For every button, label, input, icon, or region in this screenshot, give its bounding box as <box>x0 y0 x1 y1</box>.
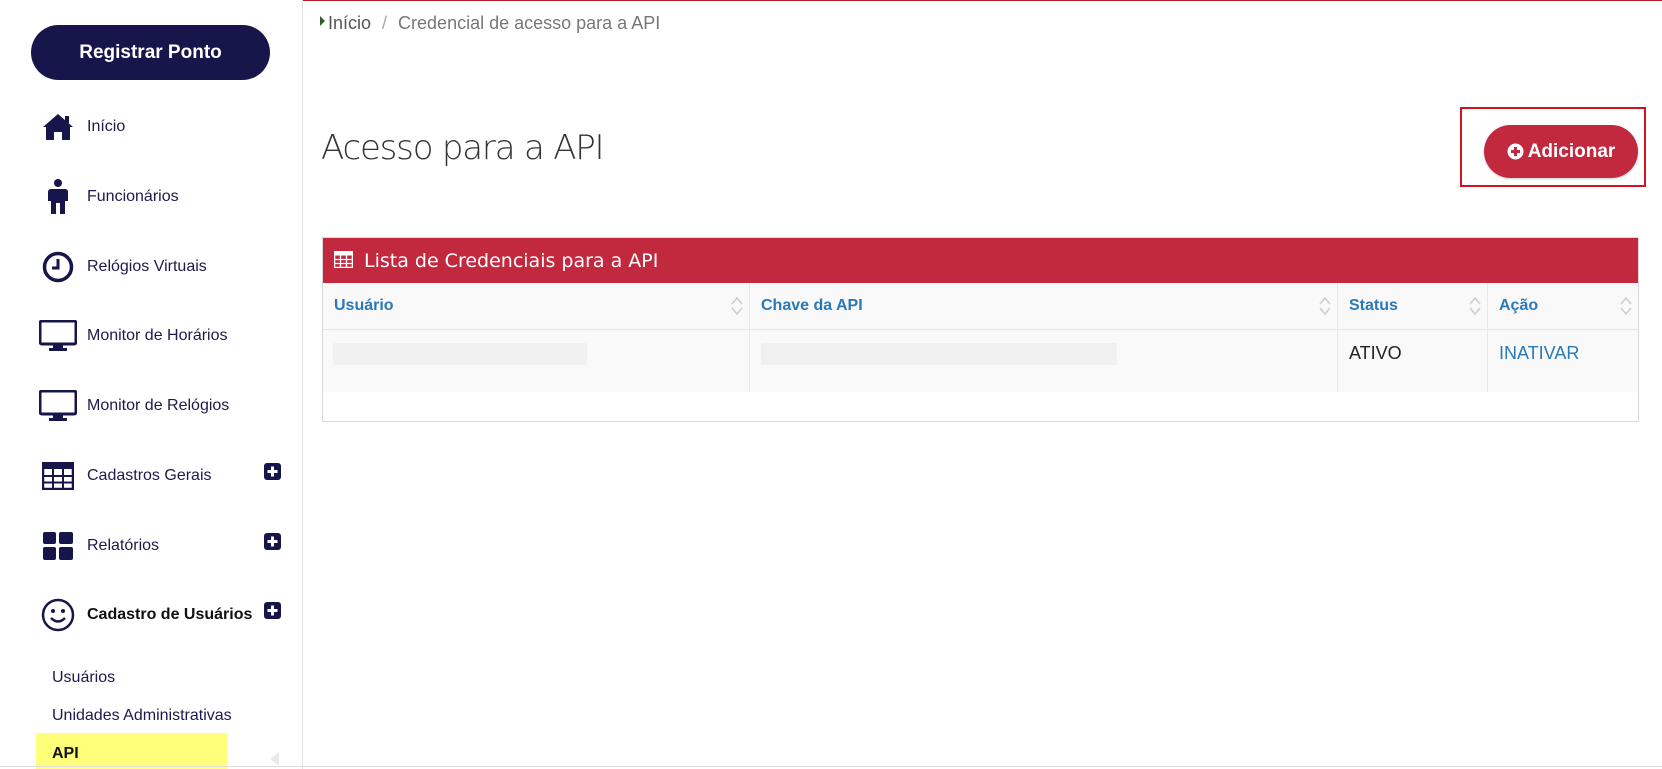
registrar-ponto-button[interactable]: Registrar Ponto <box>31 25 270 80</box>
column-header-acao[interactable]: Ação <box>1488 283 1638 330</box>
sort-icon <box>731 296 743 316</box>
column-header-status[interactable]: Status <box>1338 283 1488 330</box>
sidebar-item-label: Monitor de Horários <box>87 327 228 344</box>
sort-icon <box>1319 296 1331 316</box>
table-cell-status: ATIVO <box>1338 330 1488 392</box>
column-header-chave-api[interactable]: Chave da API <box>750 283 1338 330</box>
monitor-icon <box>38 318 78 354</box>
sidebar-item-label: Relatórios <box>87 537 160 554</box>
sidebar-item-cadastro-usuarios[interactable]: Cadastro de Usuários <box>0 590 302 640</box>
page-title: Acesso para a API <box>321 128 605 168</box>
column-header-label: Ação <box>1499 297 1539 314</box>
redacted-value <box>761 343 1117 365</box>
sidebar-item-label: Relógios Virtuais <box>87 258 207 275</box>
sidebar-item-label: Cadastros Gerais <box>87 467 212 484</box>
column-header-usuario[interactable]: Usuário <box>323 283 750 330</box>
redacted-value <box>333 343 587 365</box>
sidebar: Registrar Ponto Início Funcionários Reló… <box>0 0 303 769</box>
subitem-api-label: API <box>52 745 79 762</box>
breadcrumb-current: Credencial de acesso para a API <box>398 13 661 33</box>
panel-title: Lista de Credenciais para a API <box>364 250 659 272</box>
column-header-label: Usuário <box>334 297 394 314</box>
monitor-icon <box>38 388 78 424</box>
column-header-label: Chave da API <box>761 297 863 314</box>
subitem-api[interactable]: API <box>36 733 227 769</box>
collapse-sidebar-icon[interactable] <box>270 752 279 766</box>
plus-square-icon[interactable] <box>264 533 281 550</box>
sort-icon <box>1620 296 1632 316</box>
clock-icon <box>38 249 78 285</box>
sidebar-item-label: Início <box>87 118 126 135</box>
subitem-usuarios[interactable]: Usuários <box>52 669 115 687</box>
plus-square-icon[interactable] <box>264 463 281 480</box>
sidebar-item-relogios-virtuais[interactable]: Relógios Virtuais <box>0 242 302 292</box>
sidebar-item-inicio[interactable]: Início <box>0 102 302 152</box>
plus-circle-icon <box>1507 143 1524 160</box>
table-cell-acao: INATIVAR <box>1488 330 1638 392</box>
sidebar-item-label: Funcionários <box>87 188 179 205</box>
sidebar-item-relatorios[interactable]: Relatórios <box>0 521 302 571</box>
panel-header: Lista de Credenciais para a API <box>323 238 1638 283</box>
dashboard-icon <box>38 528 78 564</box>
home-icon <box>38 109 78 145</box>
breadcrumb: Início / Credencial de acesso para a API <box>320 13 660 34</box>
bottom-border <box>0 766 1662 767</box>
add-button-label: Adicionar <box>1527 140 1616 162</box>
subitem-unidades-administrativas[interactable]: Unidades Administrativas <box>52 707 232 725</box>
smiley-icon <box>38 597 78 633</box>
plus-square-icon[interactable] <box>264 602 281 619</box>
sidebar-item-cadastros-gerais[interactable]: Cadastros Gerais <box>0 451 302 501</box>
credentials-panel: Lista de Credenciais para a API Usuário … <box>322 237 1639 422</box>
table-cell-chave-api <box>750 330 1338 392</box>
breadcrumb-home-link[interactable]: Início <box>328 13 371 33</box>
sidebar-item-label: Monitor de Relógios <box>87 397 230 414</box>
column-header-label: Status <box>1349 297 1398 314</box>
sidebar-item-label: Cadastro de Usuários <box>87 606 253 623</box>
table-icon <box>38 458 78 494</box>
breadcrumb-separator: / <box>382 13 388 33</box>
person-icon <box>38 179 78 215</box>
sidebar-item-monitor-horarios[interactable]: Monitor de Horários <box>0 311 302 361</box>
add-button[interactable]: Adicionar <box>1484 125 1638 178</box>
sidebar-item-monitor-relogios[interactable]: Monitor de Relógios <box>0 381 302 431</box>
sidebar-item-funcionarios[interactable]: Funcionários <box>0 172 302 222</box>
table-cell-usuario <box>323 330 750 392</box>
sort-icon <box>1469 296 1481 316</box>
table-icon <box>334 251 353 268</box>
inativar-link[interactable]: INATIVAR <box>1499 343 1579 364</box>
status-value: ATIVO <box>1349 343 1402 363</box>
caret-right-icon <box>320 16 325 27</box>
